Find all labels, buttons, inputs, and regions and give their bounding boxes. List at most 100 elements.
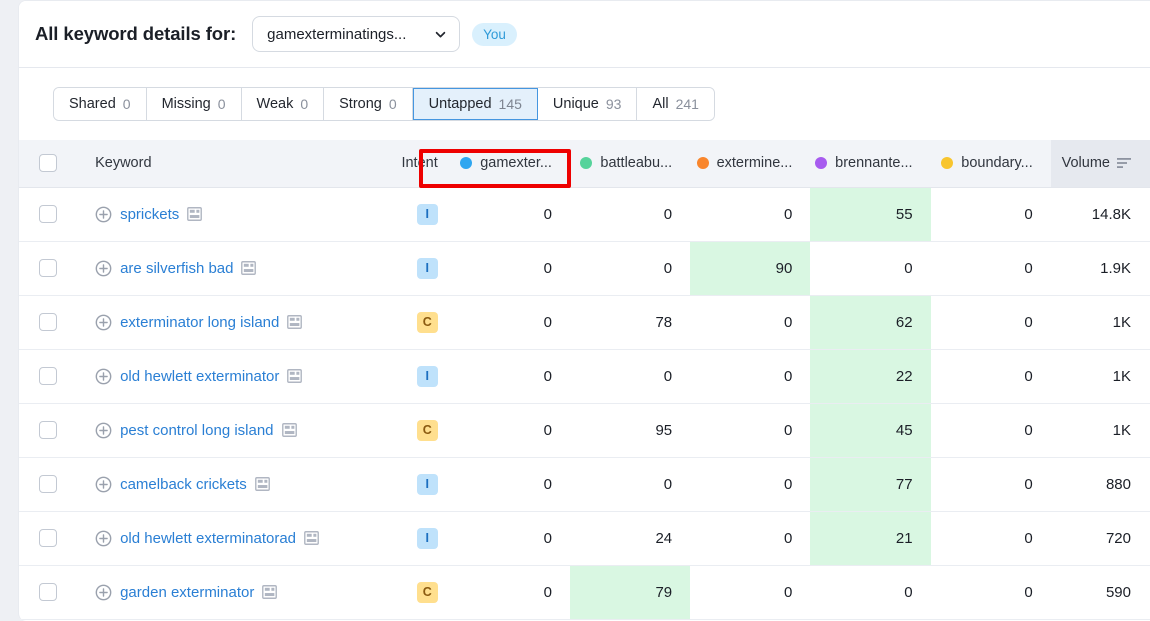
intent-badge[interactable]: C [416,311,438,333]
serp-features-icon[interactable] [254,477,270,491]
row-competitor-3-cell: 0 [690,187,811,242]
row-competitor-4-cell: 62 [810,295,931,350]
plus-circle-icon[interactable] [95,422,112,439]
tab-missing-count: 0 [217,96,226,112]
row-competitor-2-cell: 0 [569,457,691,512]
filter-tabs-area: Shared 0 Missing 0 Weak 0 Strong 0 Untap… [19,68,1150,188]
serp-features-icon[interactable] [187,207,203,221]
row-competitor-1-cell: 0 [449,403,570,458]
header-competitor-5-label: boundary... [961,155,1033,172]
header-competitor-4-label: brennante... [835,155,913,172]
intent-badge[interactable]: I [416,203,438,225]
tab-weak-count: 0 [300,96,309,112]
row-checkbox[interactable] [39,583,58,602]
plus-circle-icon[interactable] [95,584,112,601]
row-checkbox[interactable] [39,367,58,386]
row-checkbox[interactable] [39,205,58,224]
table-row[interactable]: old hewlett exterminatorad I 0 24 0 21 0… [19,511,1150,566]
header-competitor-1[interactable]: gamexter... [449,140,570,188]
keyword-link[interactable]: are silverfish bad [120,260,233,277]
plus-circle-icon[interactable] [95,206,112,223]
row-competitor-3-cell: 0 [690,511,811,566]
table-row[interactable]: garden exterminator C 0 79 0 0 0 590 [19,565,1150,620]
table-row[interactable]: old hewlett exterminator I 0 0 0 22 0 1K [19,349,1150,404]
serp-features-icon[interactable] [287,315,303,329]
serp-features-icon[interactable] [281,423,297,437]
row-intent-cell: I [383,457,450,512]
row-keyword-cell: camelback crickets [77,457,384,512]
keyword-table: Keyword Intent gamexter... battleabu... … [19,140,1150,620]
serp-features-icon[interactable] [241,261,257,275]
keyword-link[interactable]: pest control long island [120,422,273,439]
row-competitor-4-cell: 21 [810,511,931,566]
keyword-link[interactable]: old hewlett exterminatorad [120,530,296,547]
table-row[interactable]: exterminator long island C 0 78 0 62 0 1… [19,295,1150,350]
row-select-cell [19,457,78,512]
tab-untapped-count: 145 [498,96,522,112]
row-checkbox[interactable] [39,313,58,332]
header-competitor-4[interactable]: brennante... [810,140,931,188]
serp-features-icon[interactable] [304,531,319,545]
tab-unique[interactable]: Unique 93 [537,88,638,120]
header-keyword-label: Keyword [95,155,152,172]
row-competitor-4-cell: 0 [810,241,931,296]
row-competitor-1-cell: 0 [449,187,570,242]
table-row[interactable]: camelback crickets I 0 0 0 77 0 880 [19,457,1150,512]
intent-badge[interactable]: I [416,473,438,495]
header-competitor-5[interactable]: boundary... [930,140,1051,188]
select-all-checkbox[interactable] [39,154,58,173]
row-keyword-cell: sprickets [77,187,384,242]
row-volume-cell: 1K [1050,295,1150,350]
tab-weak[interactable]: Weak 0 [241,88,325,120]
plus-circle-icon[interactable] [95,314,112,331]
row-checkbox[interactable] [39,259,58,278]
keyword-link[interactable]: sprickets [120,206,179,223]
domain-dropdown[interactable]: gamexterminatings... [252,16,461,52]
row-checkbox[interactable] [39,475,58,494]
row-checkbox[interactable] [39,421,58,440]
table-row[interactable]: are silverfish bad I 0 0 90 0 0 1.9K [19,241,1150,296]
row-competitor-5-cell: 0 [930,241,1051,296]
tab-all[interactable]: All 241 [637,88,714,120]
header-keyword[interactable]: Keyword [77,140,384,188]
header-intent[interactable]: Intent [383,140,450,188]
tab-untapped[interactable]: Untapped 145 [412,88,538,120]
row-checkbox[interactable] [39,529,58,548]
intent-badge[interactable]: I [416,365,438,387]
row-competitor-5-cell: 0 [930,349,1051,404]
header-competitor-3[interactable]: extermine... [690,140,811,188]
tab-all-label: All [652,96,669,112]
keyword-link[interactable]: old hewlett exterminator [120,368,279,385]
table-row[interactable]: pest control long island C 0 95 0 45 0 1… [19,403,1150,458]
tab-shared[interactable]: Shared 0 [54,88,147,120]
plus-circle-icon[interactable] [95,476,112,493]
page-title: All keyword details for: [35,23,237,44]
serp-features-icon[interactable] [262,585,278,599]
intent-badge[interactable]: C [416,581,438,603]
intent-badge[interactable]: C [416,419,438,441]
plus-circle-icon[interactable] [95,368,112,385]
row-competitor-1-cell: 0 [449,349,570,404]
tab-missing[interactable]: Missing 0 [146,88,242,120]
row-competitor-2-cell: 78 [569,295,691,350]
header-competitor-2-label: battleabu... [600,155,673,172]
keyword-link[interactable]: garden exterminator [120,584,254,601]
row-competitor-3-cell: 0 [690,457,811,512]
competitor-2-color-dot [580,157,593,170]
serp-features-icon[interactable] [287,369,303,383]
plus-circle-icon[interactable] [95,530,112,547]
keyword-table-body: sprickets I 0 0 0 55 0 14.8K are silverf… [19,187,1150,620]
plus-circle-icon[interactable] [95,260,112,277]
intent-badge[interactable]: I [416,257,438,279]
tab-shared-count: 0 [122,96,131,112]
keyword-link[interactable]: camelback crickets [120,476,247,493]
intent-badge[interactable]: I [416,527,438,549]
row-select-cell [19,511,78,566]
table-row[interactable]: sprickets I 0 0 0 55 0 14.8K [19,187,1150,242]
header-volume[interactable]: Volume [1050,140,1150,188]
row-competitor-2-cell: 95 [569,403,691,458]
tab-strong[interactable]: Strong 0 [324,88,413,120]
header-competitor-2[interactable]: battleabu... [569,140,691,188]
row-volume-cell: 590 [1050,565,1150,620]
keyword-link[interactable]: exterminator long island [120,314,279,331]
